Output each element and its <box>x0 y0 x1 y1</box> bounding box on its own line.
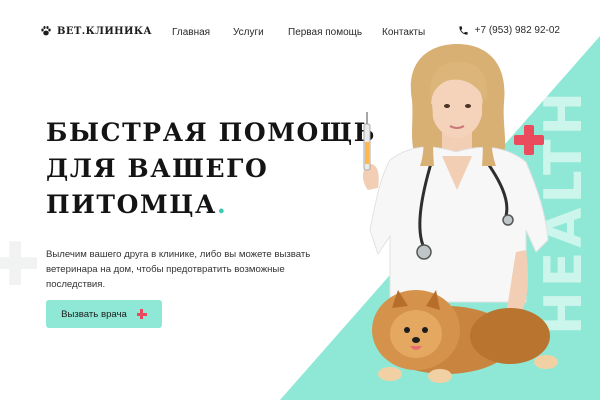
hero-title-line-3-text: ПИТОМЦА <box>46 190 218 219</box>
call-doctor-button[interactable]: Вызвать врача <box>46 300 162 328</box>
call-doctor-label: Вызвать врача <box>61 308 127 320</box>
paw-icon <box>41 26 51 36</box>
veterinarian-with-dog-photo <box>362 44 558 383</box>
phone-icon <box>459 26 468 35</box>
accent-dot: . <box>217 190 228 219</box>
logo[interactable]: ВЕТ.КЛИНИКА <box>40 25 152 37</box>
phone-link[interactable]: +7 (953) 982 92-02 <box>458 25 560 36</box>
landing-page: ✚ ВЕТ.КЛИНИКА Главная Услуги Первая помо… <box>0 0 600 400</box>
plus-icon <box>136 309 147 319</box>
nav-item-services[interactable]: Услуги <box>233 27 264 38</box>
background-decoration: ✚ <box>0 230 41 300</box>
phone-number: +7 (953) 982 92-02 <box>474 25 560 36</box>
hero-visual: HEALTH <box>280 36 600 400</box>
nav-item-home[interactable]: Главная <box>172 27 210 38</box>
red-cross-icon <box>514 125 544 155</box>
logo-text: ВЕТ.КЛИНИКА <box>57 25 152 37</box>
